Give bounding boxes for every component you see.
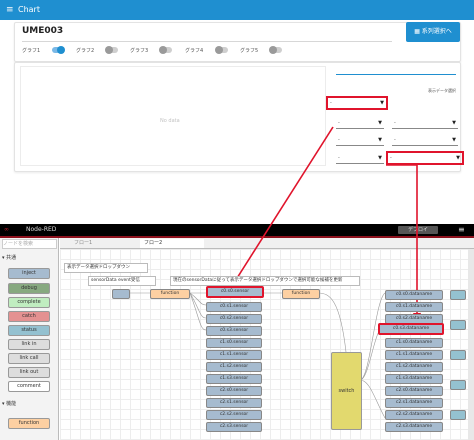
sensor-node-c2-s3[interactable]: c2.s3.sensor xyxy=(206,422,262,432)
sensor-node-c0-s2[interactable]: c0.s2.sensor xyxy=(206,314,262,324)
sensor-node-c0-s0[interactable]: c0.s0.sensor xyxy=(206,286,264,298)
dataname-node-c1-s0[interactable]: c1.s0.dataname xyxy=(385,338,443,348)
dataname-node-c2-s0[interactable]: c2.s0.dataname xyxy=(385,386,443,396)
dataname-node-c1-s1[interactable]: c1.s1.dataname xyxy=(385,350,443,360)
sensor-node-c2-s1[interactable]: c2.s1.sensor xyxy=(206,398,262,408)
comment-node-update-candidates[interactable]: 現在のsensorDataに従って表示データ選択ドロップダウンで選択可能な候補を… xyxy=(170,276,360,286)
function-node-1[interactable]: function xyxy=(150,289,190,299)
dataname-node-c2-s3[interactable]: c2.s3.dataname xyxy=(385,422,443,432)
dataname-node-c0-s3[interactable]: c0.s3.dataname xyxy=(378,323,444,335)
dataname-node-c1-s2[interactable]: c1.s2.dataname xyxy=(385,362,443,372)
dataname-node-c2-s2[interactable]: c2.s2.dataname xyxy=(385,410,443,420)
ui-dropdown-node-3[interactable] xyxy=(450,350,466,360)
dataname-node-c0-s1[interactable]: c0.s1.dataname xyxy=(385,302,443,312)
sensor-node-c2-s0[interactable]: c2.s0.sensor xyxy=(206,386,262,396)
ui-dropdown-node-1[interactable] xyxy=(450,290,466,300)
comment-node-sensordata-event[interactable]: sensorData event受信 xyxy=(88,276,156,286)
ui-dropdown-node-2[interactable] xyxy=(450,320,466,330)
dataname-node-c1-s3[interactable]: c1.s3.dataname xyxy=(385,374,443,384)
function-node-2[interactable]: function xyxy=(282,289,320,299)
ui-dropdown-node-4[interactable] xyxy=(450,380,466,390)
dataname-node-c2-s1[interactable]: c2.s1.dataname xyxy=(385,398,443,408)
sensor-node-c2-s2[interactable]: c2.s2.sensor xyxy=(206,410,262,420)
sensor-node-c1-s1[interactable]: c1.s1.sensor xyxy=(206,350,262,360)
link-in-node[interactable] xyxy=(112,289,130,299)
sensor-node-c1-s2[interactable]: c1.s2.sensor xyxy=(206,362,262,372)
sensor-node-c0-s3[interactable]: c0.s3.sensor xyxy=(206,326,262,336)
comment-node-dropdown[interactable]: 表示データ選択ドロップダウン xyxy=(64,263,148,273)
switch-node[interactable]: switch xyxy=(331,352,362,430)
sensor-node-c0-s1[interactable]: c0.s1.sensor xyxy=(206,302,262,312)
sensor-node-c1-s3[interactable]: c1.s3.sensor xyxy=(206,374,262,384)
ui-dropdown-node-5[interactable] xyxy=(450,410,466,420)
dataname-node-c0-s0[interactable]: c0.s0.dataname xyxy=(385,290,443,300)
sensor-node-c1-s0[interactable]: c1.s0.sensor xyxy=(206,338,262,348)
